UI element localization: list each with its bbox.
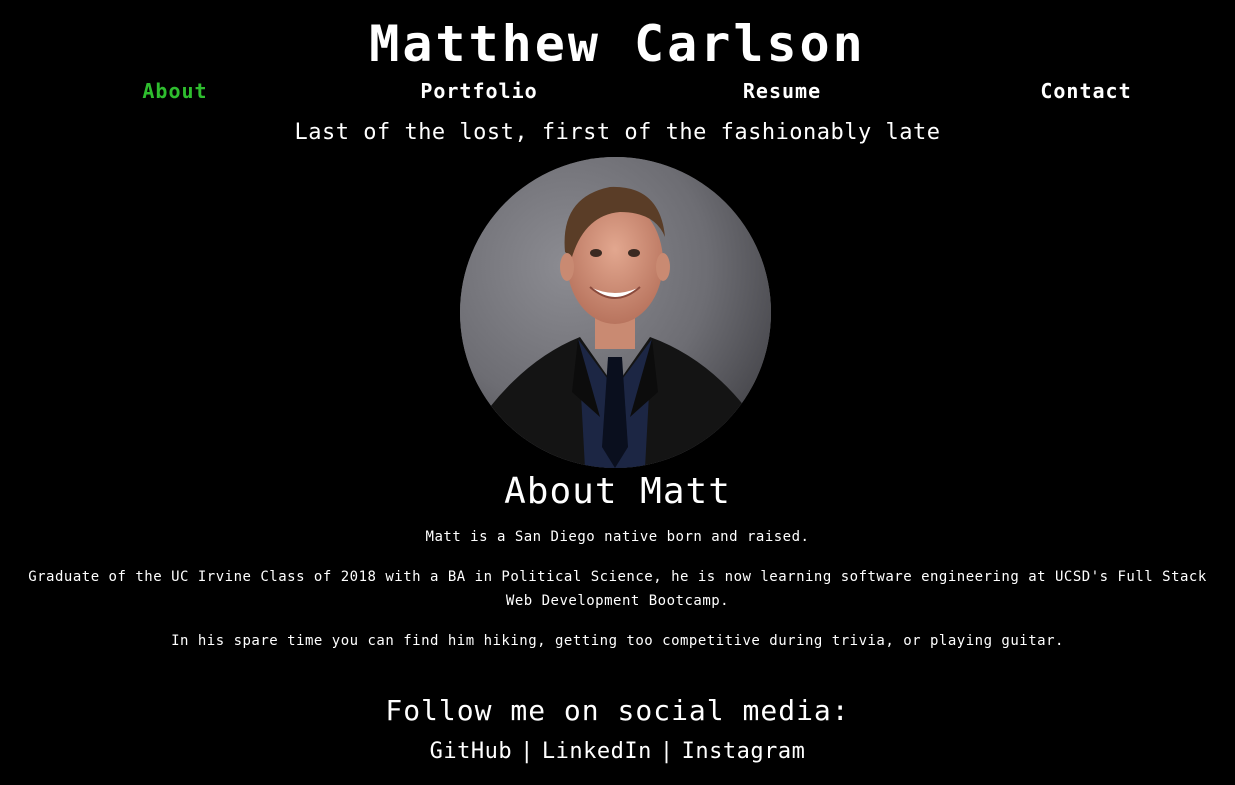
linkedin-link[interactable]: LinkedIn (542, 739, 652, 764)
profile-photo (460, 157, 771, 468)
about-paragraph-1: Matt is a San Diego native born and rais… (425, 529, 810, 545)
about-paragraph-3: In his spare time you can find him hikin… (171, 633, 1064, 649)
social-separator: | (659, 739, 674, 764)
social-links: GitHub | LinkedIn | Instagram (0, 736, 1235, 768)
nav-item-resume[interactable]: Resume (743, 78, 821, 104)
profile-photo-illustration (460, 157, 771, 468)
social-heading: Follow me on social media: (385, 694, 850, 727)
main-nav: About Portfolio Resume Contact (0, 78, 1235, 106)
site-title: Matthew Carlson (369, 15, 866, 73)
about-paragraph-2: Graduate of the UC Irvine Class of 2018 … (28, 569, 1207, 609)
instagram-link[interactable]: Instagram (682, 739, 806, 764)
social-separator: | (520, 739, 534, 764)
about-heading: About Matt (504, 471, 731, 512)
nav-item-contact[interactable]: Contact (1040, 78, 1131, 104)
tagline: Last of the lost, first of the fashionab… (294, 120, 941, 145)
nav-item-portfolio[interactable]: Portfolio (420, 78, 537, 104)
github-link[interactable]: GitHub (430, 739, 512, 764)
nav-item-about[interactable]: About (142, 78, 207, 104)
